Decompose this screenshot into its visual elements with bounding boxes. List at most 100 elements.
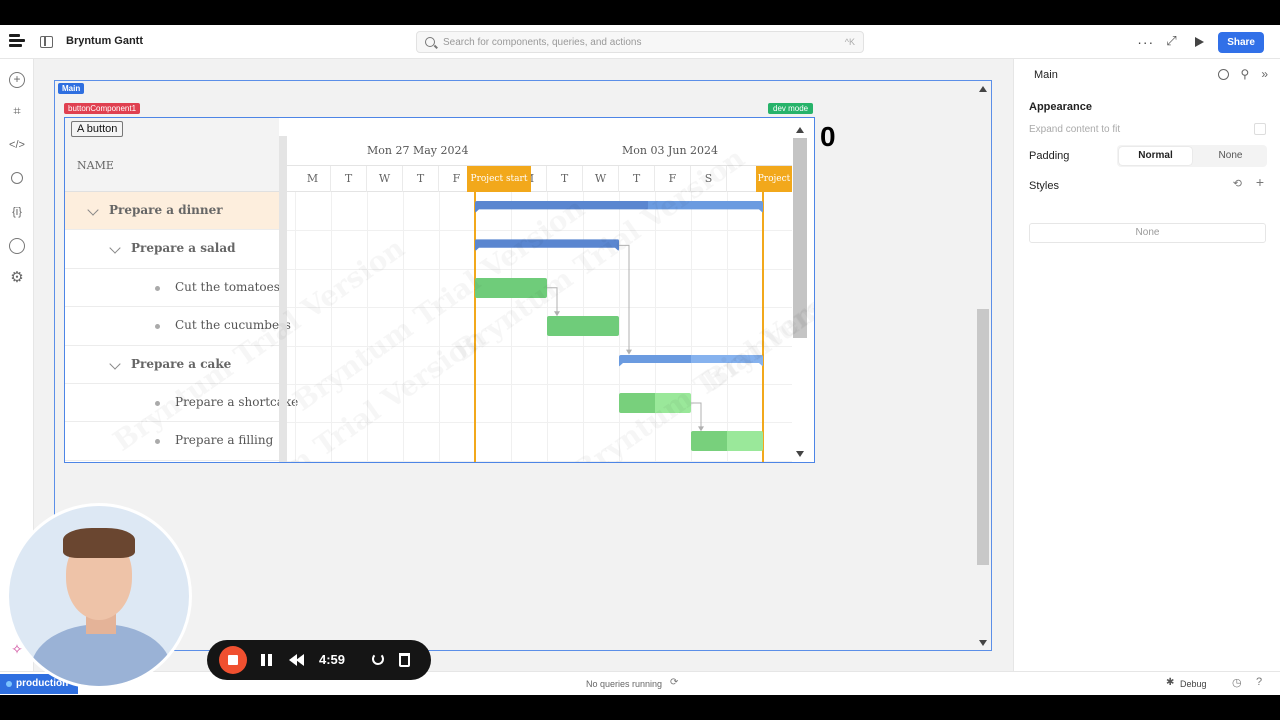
recording-timer: 4:59 [319,652,346,667]
debug-button[interactable]: Debug [1180,679,1207,689]
appearance-heading: Appearance [1029,101,1092,113]
padding-segmented-control[interactable]: Normal None [1117,145,1267,167]
a-button[interactable]: A button [71,121,124,137]
task-row[interactable]: Prepare a salad [65,230,279,269]
expand-content-label: Expand content to fit [1029,124,1121,135]
project-start-marker: Project start [467,166,531,192]
leaf-bullet-icon [155,400,160,406]
timeline: Mon 27 May 2024 Mon 03 Jun 2024 MTWTFMTW… [287,118,792,462]
task-name: Prepare a filling [175,433,274,448]
day-header-cell: T [619,166,655,192]
history-status-icon[interactable]: ◷ [1232,676,1242,689]
expand-chevron-icon[interactable] [87,204,99,216]
pause-icon[interactable] [261,654,272,666]
padding-normal-option[interactable]: Normal [1119,147,1192,165]
task-grid: Prepare a dinner Prepare a salad Cut the t… [65,192,298,461]
task-name: Prepare a dinner [109,203,223,217]
app-title: Bryntum Gantt [66,35,143,47]
week-header: Mon 27 May 2024 Mon 03 Jun 2024 [287,136,792,166]
expand-chevron-icon[interactable] [109,357,121,370]
state-icon[interactable]: {i} [9,204,25,220]
leaf-bullet-icon [155,324,160,330]
timeline-body[interactable] [287,192,792,462]
project-end-marker: Project [756,166,792,192]
search-shortcut: ^K [844,37,855,47]
frame-scrollbar[interactable] [976,83,990,649]
dependency-line[interactable] [619,244,630,352]
task-row[interactable]: Prepare a cake [65,346,279,384]
dev-mode-badge: dev mode [768,103,814,114]
restart-icon[interactable] [372,653,384,665]
scroll-up-icon[interactable] [979,86,987,92]
scroll-down-icon[interactable] [979,640,987,646]
panel-actions: ⚲ » [1217,67,1268,81]
task-row[interactable]: Prepare a filling [65,422,279,461]
task-row[interactable]: Cut the cucumbers [65,307,291,346]
share-button[interactable]: Share [1218,31,1264,53]
top-actions: ··· Share [1137,31,1264,53]
day-header-cell: T [403,166,439,192]
workflow-icon[interactable]: ⌗ [9,103,25,119]
settings-gear-icon[interactable]: ⚙ [9,270,25,286]
gantt-scroll-thumb[interactable] [793,138,807,338]
panel-title: Main [1034,69,1058,81]
frame-scroll-thumb[interactable] [977,309,989,565]
dependency-arrow [554,311,560,317]
search-bar[interactable]: Search for components, queries, and acti… [416,31,864,53]
collapse-panel-icon[interactable]: » [1261,67,1268,81]
task-name: Prepare a salad [131,241,236,256]
code-icon[interactable]: </> [9,137,25,153]
expand-content-toggle[interactable] [1254,123,1266,135]
task-row[interactable]: Prepare a dinner [65,192,279,231]
refresh-icon[interactable]: ⟳ [670,677,678,688]
reset-styles-icon[interactable]: ⟲ [1233,177,1242,190]
padding-label: Padding [1029,150,1070,162]
webcam-avatar [6,503,192,689]
component-tag[interactable]: buttonComponent1 [64,103,141,114]
add-component-icon[interactable]: + [9,72,25,88]
leaf-bullet-icon [155,439,160,445]
name-column-header[interactable]: NAME [77,159,114,172]
gantt-scrollbar[interactable] [793,124,807,460]
help-icon[interactable]: ? [1256,676,1262,688]
stop-recording-button[interactable] [219,646,247,674]
preview-play-icon[interactable] [1192,35,1206,49]
expand-icon[interactable] [1166,33,1180,49]
task-name: Prepare a cake [131,356,232,371]
task-row[interactable]: Cut the tomatoes [65,269,280,308]
pin-icon[interactable]: ⚲ [1241,67,1250,81]
gantt-scroll-up-icon[interactable] [796,127,804,133]
top-bar: Bryntum Gantt Search for components, que… [0,25,1280,59]
day-header-cell: W [583,166,619,192]
week-label: Mon 27 May 2024 [367,144,469,157]
counter-text: 0 [820,121,836,152]
gantt-scroll-down-icon[interactable] [796,451,804,457]
expand-chevron-icon[interactable] [109,242,121,255]
search-input[interactable]: Search for components, queries, and acti… [443,37,641,48]
gantt-component[interactable]: A button NAME Prepare a dinner Prepare a … [64,117,815,463]
task-row[interactable]: Prepare a shortcake [65,384,298,423]
dependency-arrow [626,349,632,355]
sidebar-toggle-icon[interactable] [40,36,53,48]
rewind-icon[interactable] [289,654,305,666]
styles-label: Styles [1029,180,1059,192]
status-bar: production No queries running ⟳ ✱ Debug … [0,671,1280,695]
task-name: Cut the cucumbers [175,318,291,333]
more-options-icon[interactable]: ··· [1137,35,1154,49]
day-header-cell: W [367,166,403,192]
add-style-icon[interactable]: + [1256,174,1264,190]
main-frame-tag[interactable]: Main [58,83,85,94]
history-icon[interactable] [9,238,25,254]
dependency-line[interactable] [547,287,558,314]
grid-splitter[interactable] [279,136,287,462]
panel-search-icon[interactable] [1217,69,1229,80]
dependency-line[interactable] [691,402,702,429]
day-header-cell: S [691,166,727,192]
rail-search-icon[interactable] [11,172,23,184]
padding-none-option[interactable]: None [1194,145,1267,167]
retool-logo-icon[interactable] [9,34,25,50]
trash-icon[interactable] [399,653,410,667]
day-header-cell: T [331,166,367,192]
styles-value[interactable]: None [1029,223,1266,243]
recording-controls: 4:59 [207,640,431,680]
